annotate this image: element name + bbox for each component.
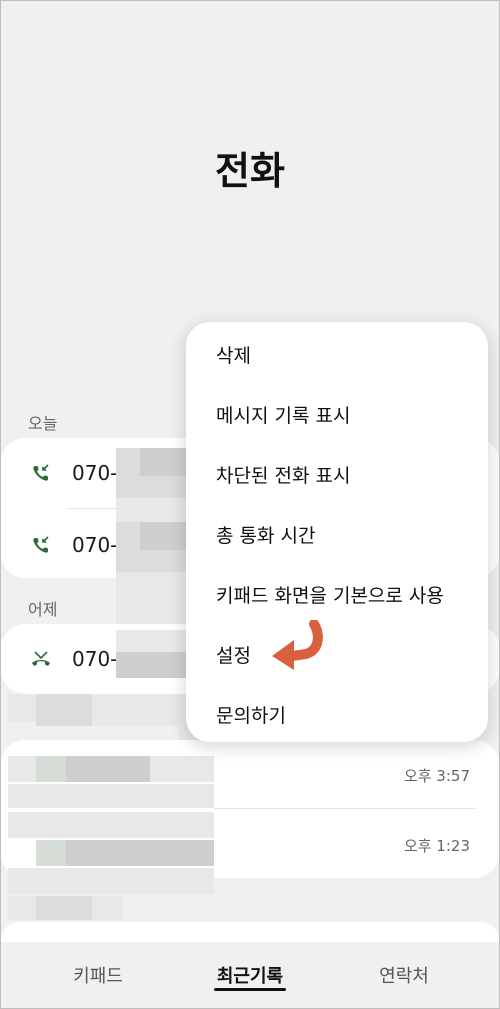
menu-item-total-call-time[interactable]: 총 통화 시간: [186, 504, 488, 564]
call-time: 오후 1:23: [403, 836, 470, 855]
page-title: 전화: [215, 149, 285, 193]
bottom-nav: 키패드 최근기록 연락처: [0, 940, 500, 1009]
annotation-arrow-icon: [272, 620, 323, 670]
overflow-menu: 삭제 메시지 기록 표시 차단된 전화 표시 총 통화 시간 키패드 화면을 기…: [186, 322, 488, 742]
tab-keypad[interactable]: 키패드: [50, 962, 146, 988]
call-time: 오후 3:57: [403, 766, 470, 785]
menu-item-show-blocked-calls[interactable]: 차단된 전화 표시: [186, 444, 488, 504]
menu-item-delete[interactable]: 삭제: [186, 324, 488, 384]
call-number: 070-: [72, 461, 118, 485]
missed-call-icon: [30, 648, 52, 670]
call-number: 070-: [72, 533, 118, 557]
active-tab-indicator: [214, 988, 286, 991]
incoming-call-icon: [30, 462, 52, 484]
tab-contacts[interactable]: 연락처: [356, 962, 452, 988]
tab-recents[interactable]: 최근기록: [202, 962, 298, 988]
menu-item-keypad-default[interactable]: 키패드 화면을 기본으로 사용: [186, 564, 488, 624]
section-label-today: 오늘: [28, 414, 58, 433]
menu-item-contact-us[interactable]: 문의하기: [186, 684, 488, 744]
older-call-card: [0, 922, 500, 942]
menu-item-settings[interactable]: 설정: [186, 624, 488, 684]
call-number: 070-: [72, 647, 118, 671]
menu-item-show-message-history[interactable]: 메시지 기록 표시: [186, 384, 488, 444]
section-label-yesterday: 어제: [28, 600, 58, 619]
incoming-call-icon: [30, 534, 52, 556]
